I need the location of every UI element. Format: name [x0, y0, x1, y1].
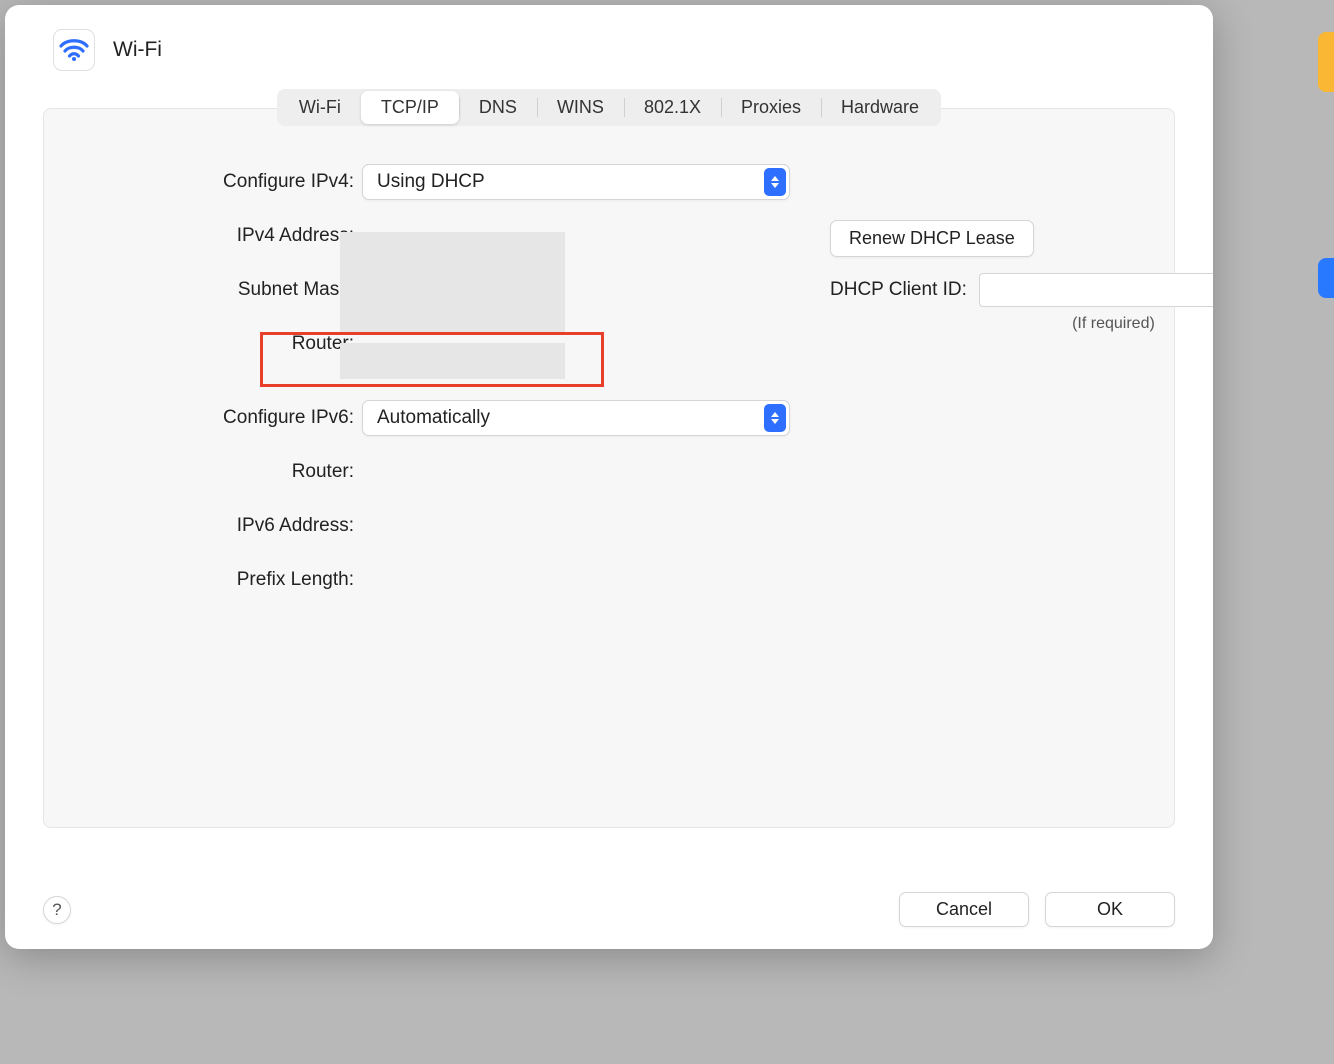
- configure-ipv6-value: Automatically: [362, 400, 790, 436]
- configure-ipv6-select[interactable]: Automatically: [362, 400, 790, 436]
- chevron-updown-icon: [764, 404, 786, 432]
- configure-ipv4-label: Configure IPv4:: [74, 171, 362, 193]
- tab-dns[interactable]: DNS: [459, 91, 537, 124]
- tab-wins[interactable]: WINS: [537, 91, 624, 124]
- ipv6-address-label: IPv6 Address:: [74, 515, 362, 537]
- ipv6-router-label: Router:: [74, 461, 362, 483]
- tab-tcpip[interactable]: TCP/IP: [361, 91, 459, 124]
- router-label: Router:: [74, 333, 362, 355]
- tab-hardware[interactable]: Hardware: [821, 91, 939, 124]
- window-header: Wi-Fi: [5, 5, 1213, 83]
- dhcp-client-id-input[interactable]: [979, 273, 1213, 307]
- content-panel: Configure IPv4: Using DHCP IPv4 Address:…: [43, 108, 1175, 828]
- cancel-button[interactable]: Cancel: [899, 892, 1029, 927]
- tab-bar: Wi-Fi TCP/IP DNS WINS 802.1X Proxies Har…: [5, 89, 1213, 126]
- chevron-updown-icon: [764, 168, 786, 196]
- redacted-values-top: [340, 232, 565, 332]
- tab-wifi[interactable]: Wi-Fi: [279, 91, 361, 124]
- redacted-router-value: [340, 343, 565, 379]
- tab-8021x[interactable]: 802.1X: [624, 91, 721, 124]
- help-button[interactable]: ?: [43, 896, 71, 924]
- tab-proxies[interactable]: Proxies: [721, 91, 821, 124]
- renew-dhcp-lease-button[interactable]: Renew DHCP Lease: [830, 220, 1034, 257]
- window-footer: ? Cancel OK: [43, 892, 1175, 927]
- ok-button[interactable]: OK: [1045, 892, 1175, 927]
- configure-ipv6-label: Configure IPv6:: [74, 407, 362, 429]
- dhcp-client-id-label: DHCP Client ID:: [830, 279, 967, 301]
- subnet-mask-label: Subnet Mask:: [74, 279, 362, 301]
- if-required-hint: (If required): [980, 315, 1213, 333]
- page-title: Wi-Fi: [113, 38, 162, 62]
- ipv4-address-label: IPv4 Address:: [74, 225, 362, 247]
- configure-ipv4-value: Using DHCP: [362, 164, 790, 200]
- preferences-window: Wi-Fi Wi-Fi TCP/IP DNS WINS 802.1X Proxi…: [5, 5, 1213, 949]
- wifi-icon: [53, 29, 95, 71]
- side-accent-blue: [1318, 258, 1334, 298]
- side-accent-yellow: [1318, 32, 1334, 92]
- prefix-length-label: Prefix Length:: [74, 569, 362, 591]
- configure-ipv4-select[interactable]: Using DHCP: [362, 164, 790, 200]
